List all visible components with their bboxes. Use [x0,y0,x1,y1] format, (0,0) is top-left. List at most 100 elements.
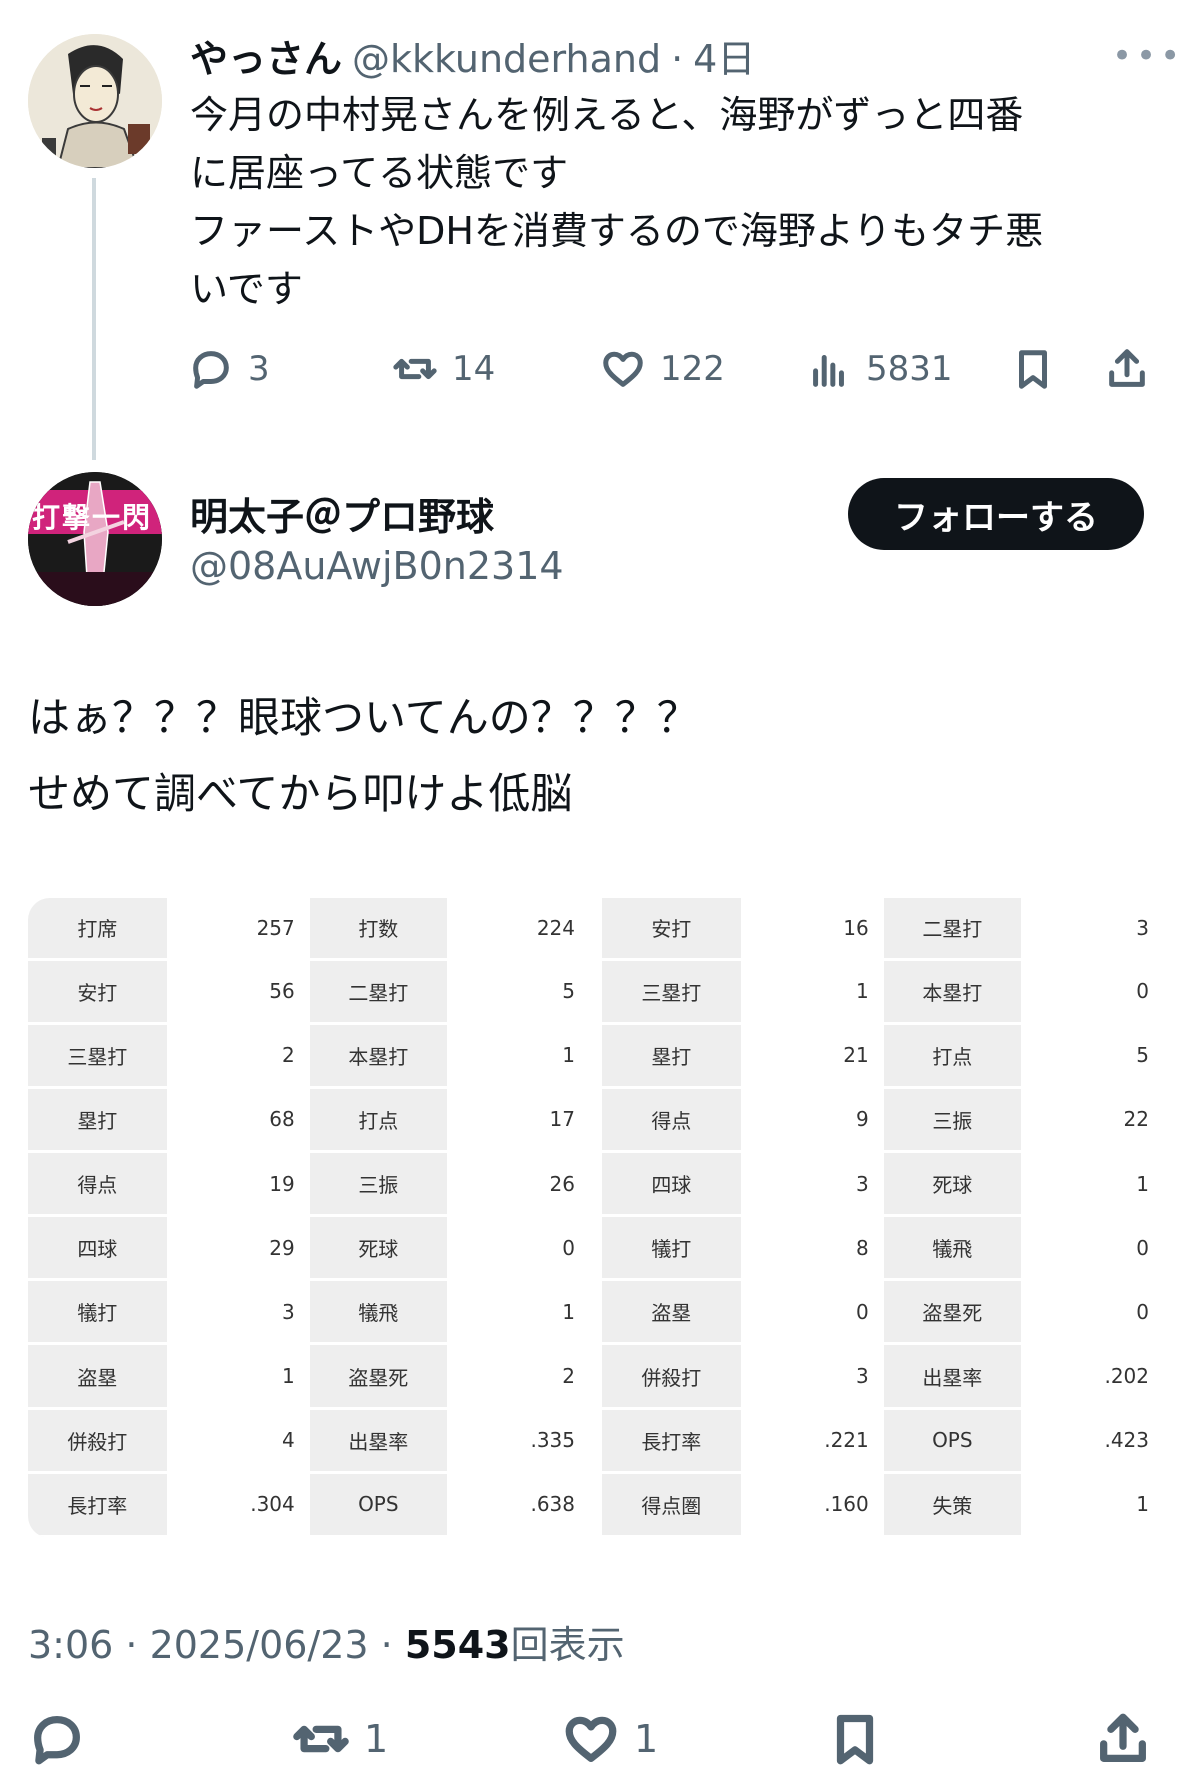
stat-value: .638 [448,1472,590,1538]
stat-value: 3 [1022,898,1164,961]
stat-value: 1 [1022,1472,1164,1538]
stat-label: 併殺打 [28,1408,170,1474]
parent-author-handle[interactable]: @kkkunderhand [352,37,661,81]
parent-time[interactable]: 4日 [693,28,755,83]
stat-value: 1 [448,1279,590,1346]
stats-row: 打席 257 打数 224 [28,898,590,961]
stats-row: 得点 9 三振 22 [602,1087,1164,1154]
views-button[interactable]: 5831 [806,346,953,392]
stat-value: .335 [448,1408,590,1474]
stat-value: 1 [1022,1151,1164,1218]
view-count-label: 回表示 [510,1623,625,1667]
meta-separator: · [671,37,684,81]
stat-label: 長打率 [602,1408,744,1474]
stat-label: 犠打 [28,1279,170,1346]
main-avatar[interactable]: 打撃一閃 [28,472,162,606]
share-icon [1109,349,1145,387]
stat-label: 三塁打 [28,1023,170,1089]
stat-value: 1 [168,1343,310,1410]
stat-label: 塁打 [602,1023,744,1089]
stat-label: 失策 [882,1472,1024,1538]
main-repost-count: 1 [364,1717,389,1761]
follow-button[interactable]: フォローする [848,478,1144,550]
stat-label: 犠飛 [882,1215,1024,1282]
stat-label: 長打率 [28,1472,170,1538]
stat-value: 9 [742,1087,884,1154]
views-count: 5831 [866,349,953,389]
stat-label: 犠飛 [308,1279,450,1346]
like-button[interactable]: 122 [600,346,725,392]
stat-value: 3 [742,1151,884,1218]
repost-count: 14 [452,349,496,389]
thread-line [92,178,96,460]
heart-icon [565,1716,617,1762]
stat-value: 17 [448,1087,590,1154]
stats-row: 塁打 21 打点 5 [602,1023,1164,1089]
avatar-illustration [28,34,162,168]
parent-avatar[interactable] [28,34,162,168]
parent-author-name[interactable]: やっさん [190,28,342,83]
stat-value: 0 [448,1215,590,1282]
main-reply-button[interactable] [28,1710,100,1768]
bookmark-button[interactable] [1010,346,1056,392]
stat-label: 盗塁死 [882,1279,1024,1346]
reply-count: 3 [248,349,270,389]
stats-table-left[interactable]: 打席 257 打数 224 安打 56 二塁打 5 三塁打 2 本塁打 1 塁打 68 打点 17 得点 19 三振… [28,898,590,1538]
stat-label: 犠打 [602,1215,744,1282]
view-count: 5543 [404,1623,511,1667]
stat-label: 二塁打 [882,898,1024,961]
stat-value: 26 [448,1151,590,1218]
more-options-icon[interactable]: ••• [1112,36,1179,76]
reply-icon [34,1716,80,1765]
share-button[interactable] [1104,346,1150,392]
stats-row: 得点 19 三振 26 [28,1151,590,1218]
stat-label: 得点 [28,1151,170,1218]
stat-label: 得点 [602,1087,744,1154]
stats-row: 盗塁 0 盗塁死 0 [602,1279,1164,1346]
stat-value: 0 [1022,1215,1164,1282]
stat-value: 22 [1022,1087,1164,1154]
stat-value: 16 [742,898,884,961]
stats-row: 安打 56 二塁打 5 [28,959,590,1025]
stats-row: 併殺打 4 出塁率 .335 [28,1408,590,1474]
main-bookmark-button[interactable] [826,1710,884,1768]
stat-label: 本塁打 [882,959,1024,1025]
stats-row: 三塁打 2 本塁打 1 [28,1023,590,1089]
stats-row: 併殺打 3 出塁率 .202 [602,1343,1164,1410]
stat-label: 盗塁 [28,1343,170,1410]
stat-label: 安打 [28,959,170,1025]
stat-label: OPS [882,1408,1024,1474]
stat-value: 2 [168,1023,310,1089]
stat-value: 2 [448,1343,590,1410]
stat-value: 68 [168,1087,310,1154]
repost-button[interactable]: 14 [392,346,495,392]
main-author-handle[interactable]: @08AuAwjB0n2314 [190,544,564,588]
stat-value: 4 [168,1408,310,1474]
stat-label: 打席 [28,898,170,961]
main-share-button[interactable] [1094,1710,1152,1768]
stat-value: 5 [1022,1023,1164,1089]
stat-label: 三振 [882,1087,1024,1154]
stat-value: .423 [1022,1408,1164,1474]
share-icon [1100,1713,1146,1762]
main-repost-button[interactable]: 1 [292,1710,388,1768]
stats-row: 長打率 .221 OPS .423 [602,1408,1164,1474]
stat-label: 打点 [308,1087,450,1154]
bookmark-icon [1019,350,1047,389]
stat-label: OPS [308,1472,450,1538]
stat-label: 盗塁 [602,1279,744,1346]
stat-label: 併殺打 [602,1343,744,1410]
heart-icon [603,351,643,387]
main-like-button[interactable]: 1 [562,1710,658,1768]
stat-value: 0 [742,1279,884,1346]
stats-row: 四球 29 死球 0 [28,1215,590,1282]
timestamp[interactable]: 3:06 · 2025/06/23 · [28,1623,405,1667]
repost-icon [293,1725,349,1753]
stats-table-right[interactable]: 安打 16 二塁打 3 三塁打 1 本塁打 0 塁打 21 打点 5 得点 9 三振 22 四球 3 死球 1 犠打 8 犠… [602,898,1164,1538]
reply-button[interactable]: 3 [188,346,270,392]
avatar-illustration [28,472,162,606]
main-author-name[interactable]: 明太子＠プロ野球 [190,486,494,541]
parent-tweet-text: 今月の中村晃さんを例えると、海野がずっと四番 に居座ってる状態です ファーストや… [190,93,1044,311]
stats-row: 長打率 .304 OPS .638 [28,1472,590,1538]
stat-value: .160 [742,1472,884,1538]
